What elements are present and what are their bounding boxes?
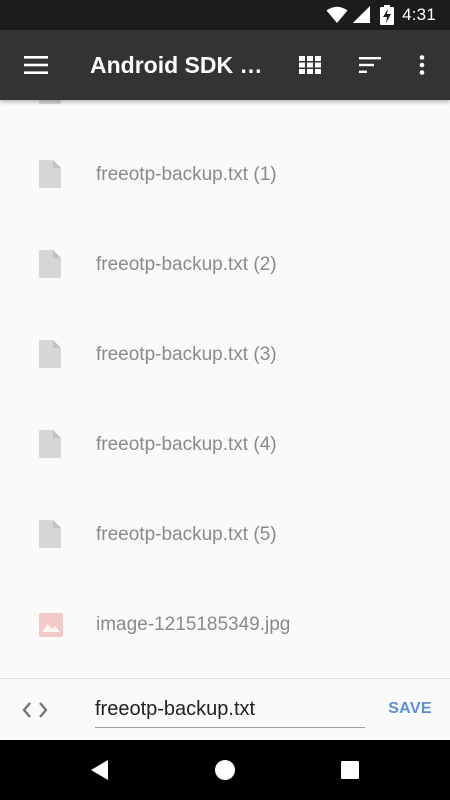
sort-button[interactable] xyxy=(346,30,394,100)
grid-view-button[interactable] xyxy=(286,30,334,100)
file-list: freeotp-backup.txt (1) freeotp-backup.tx… xyxy=(0,100,450,678)
grid-view-icon xyxy=(299,56,321,74)
code-icon[interactable] xyxy=(22,698,48,722)
save-bar: SAVE xyxy=(0,678,450,740)
file-name: freeotp-backup.txt (1) xyxy=(96,164,277,185)
document-icon xyxy=(39,430,61,458)
toolbar-title: Android SDK b… xyxy=(90,52,272,78)
file-name: freeotp-backup.txt (2) xyxy=(96,254,277,275)
recents-button[interactable] xyxy=(320,740,380,800)
document-icon xyxy=(39,340,61,368)
menu-icon xyxy=(24,56,48,74)
cell-signal-icon xyxy=(353,6,371,23)
more-options-button[interactable] xyxy=(398,30,446,100)
battery-charging-icon xyxy=(380,5,395,25)
file-name: freeotp-backup.txt (5) xyxy=(96,524,277,545)
document-icon xyxy=(39,520,61,548)
app-toolbar: Android SDK b… xyxy=(0,30,450,100)
menu-button[interactable] xyxy=(12,30,60,100)
file-row[interactable]: freeotp-backup.txt (2) xyxy=(0,220,450,310)
file-name: freeotp-backup.txt (3) xyxy=(96,344,277,365)
status-bar: 4:31 xyxy=(0,0,450,30)
home-button[interactable] xyxy=(195,740,255,800)
file-name: freeotp-backup.txt (4) xyxy=(96,434,277,455)
back-button[interactable] xyxy=(70,740,130,800)
document-icon xyxy=(39,160,61,188)
document-icon xyxy=(39,250,61,278)
more-vert-icon xyxy=(419,55,425,75)
back-triangle-icon xyxy=(91,760,108,780)
wifi-icon xyxy=(326,6,348,23)
file-row[interactable]: image-1215185349.jpg xyxy=(0,580,450,670)
document-icon xyxy=(39,100,61,104)
status-clock: 4:31 xyxy=(402,5,436,24)
file-row[interactable]: freeotp-backup.txt (5) xyxy=(0,490,450,580)
file-row[interactable]: freeotp-backup.txt (3) xyxy=(0,310,450,400)
file-row[interactable]: freeotp-backup.txt (1) xyxy=(0,130,450,220)
navigation-bar xyxy=(0,740,450,800)
home-circle-icon xyxy=(215,760,235,780)
recents-square-icon xyxy=(341,761,359,779)
filename-field[interactable] xyxy=(95,691,365,728)
save-button[interactable]: SAVE xyxy=(380,691,440,727)
file-name: image-1215185349.jpg xyxy=(96,614,291,635)
image-icon xyxy=(39,613,63,637)
file-row[interactable]: freeotp-backup.txt (4) xyxy=(0,400,450,490)
sort-icon xyxy=(359,57,381,73)
